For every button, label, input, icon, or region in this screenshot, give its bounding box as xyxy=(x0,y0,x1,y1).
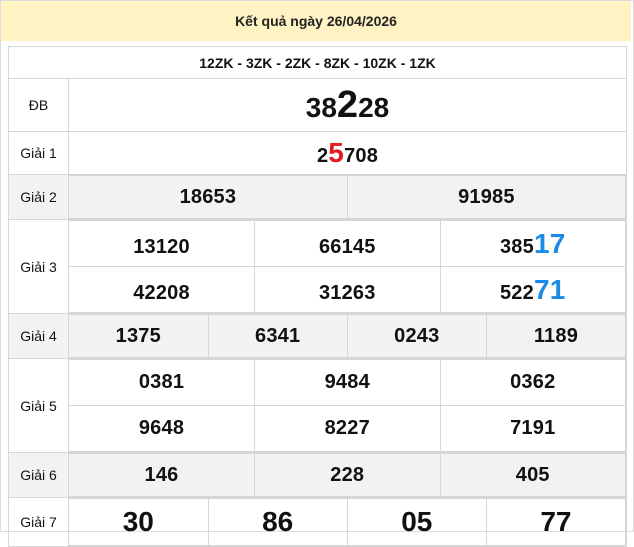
prize-4-value: 0243 xyxy=(346,314,487,358)
prize-5-value: 0381 xyxy=(69,359,255,406)
special-prize-part-2: 2 xyxy=(336,83,359,126)
prize-row-g5: Giải 5 0381 9484 0362 9648 8227 7191 xyxy=(8,358,627,453)
prize-7-value: 30 xyxy=(69,498,209,546)
prize-label-g1: Giải 1 xyxy=(8,131,69,175)
prize-3-value: 31263 xyxy=(254,266,441,313)
prize-5-value: 9648 xyxy=(69,405,255,452)
prize-row-g6: Giải 6 146 228 405 xyxy=(8,452,627,498)
prize-label-g4: Giải 4 xyxy=(8,313,69,359)
results-title: Kết quả ngày 26/04/2026 xyxy=(1,1,631,41)
prize-1-number: 25708 xyxy=(68,131,627,175)
prize-3-highlight-digits: 71 xyxy=(533,273,566,305)
prize-4-value: 1375 xyxy=(69,314,209,358)
prize-7-value: 86 xyxy=(207,498,348,546)
prize-2-value: 91985 xyxy=(346,175,627,219)
lottery-codes: 12ZK - 3ZK - 2ZK - 8ZK - 10ZK - 1ZK xyxy=(8,46,627,79)
prize-2-value: 18653 xyxy=(69,175,348,219)
prize-1-part-1: 2 xyxy=(316,145,329,167)
prize-6-value: 146 xyxy=(69,453,255,497)
prize-3-value: 38517 xyxy=(439,220,626,267)
prize-row-g3: Giải 3 13120 66145 38517 42208 31263 522… xyxy=(8,219,627,314)
prize-3-value: 13120 xyxy=(69,220,255,267)
special-prize-part-1: 38 xyxy=(305,91,337,123)
prize-label-g7: Giải 7 xyxy=(8,497,69,547)
prize-3-value: 52271 xyxy=(439,266,626,313)
prize-4-value: 1189 xyxy=(485,314,627,358)
prize-6-value: 405 xyxy=(439,453,626,497)
prize-row-db: ĐB 38228 xyxy=(8,78,627,132)
prize-row-g7: Giải 7 30 86 05 77 xyxy=(8,497,627,547)
results-table: 12ZK - 3ZK - 2ZK - 8ZK - 10ZK - 1ZK ĐB 3… xyxy=(8,46,627,547)
special-prize-number: 38228 xyxy=(68,78,627,132)
prize-label-g2: Giải 2 xyxy=(8,174,69,220)
prize-3-highlight-digits: 17 xyxy=(533,227,566,259)
prize-1-part-2: 5 xyxy=(328,137,345,168)
prize-5-value: 0362 xyxy=(439,359,626,406)
prize-3-value: 66145 xyxy=(254,220,441,267)
prize-5-value: 8227 xyxy=(254,405,441,452)
prize-5-value: 7191 xyxy=(439,405,626,452)
prize-1-part-3: 708 xyxy=(344,145,379,167)
prize-6-value: 228 xyxy=(254,453,441,497)
codes-row: 12ZK - 3ZK - 2ZK - 8ZK - 10ZK - 1ZK xyxy=(8,46,627,79)
prize-row-g4: Giải 4 1375 6341 0243 1189 xyxy=(8,313,627,359)
prize-4-value: 6341 xyxy=(207,314,348,358)
special-prize-part-3: 28 xyxy=(358,91,390,123)
prize-7-value: 77 xyxy=(485,498,627,546)
prize-5-value: 9484 xyxy=(254,359,441,406)
prize-7-value: 05 xyxy=(346,498,487,546)
prize-3-value: 42208 xyxy=(69,266,255,313)
prize-label-g3: Giải 3 xyxy=(8,219,69,314)
prize-row-g2: Giải 2 18653 91985 xyxy=(8,174,627,220)
prize-label-g6: Giải 6 xyxy=(8,452,69,498)
prize-row-g1: Giải 1 25708 xyxy=(8,131,627,175)
prize-label-db: ĐB xyxy=(8,78,69,132)
prize-label-g5: Giải 5 xyxy=(8,358,69,453)
